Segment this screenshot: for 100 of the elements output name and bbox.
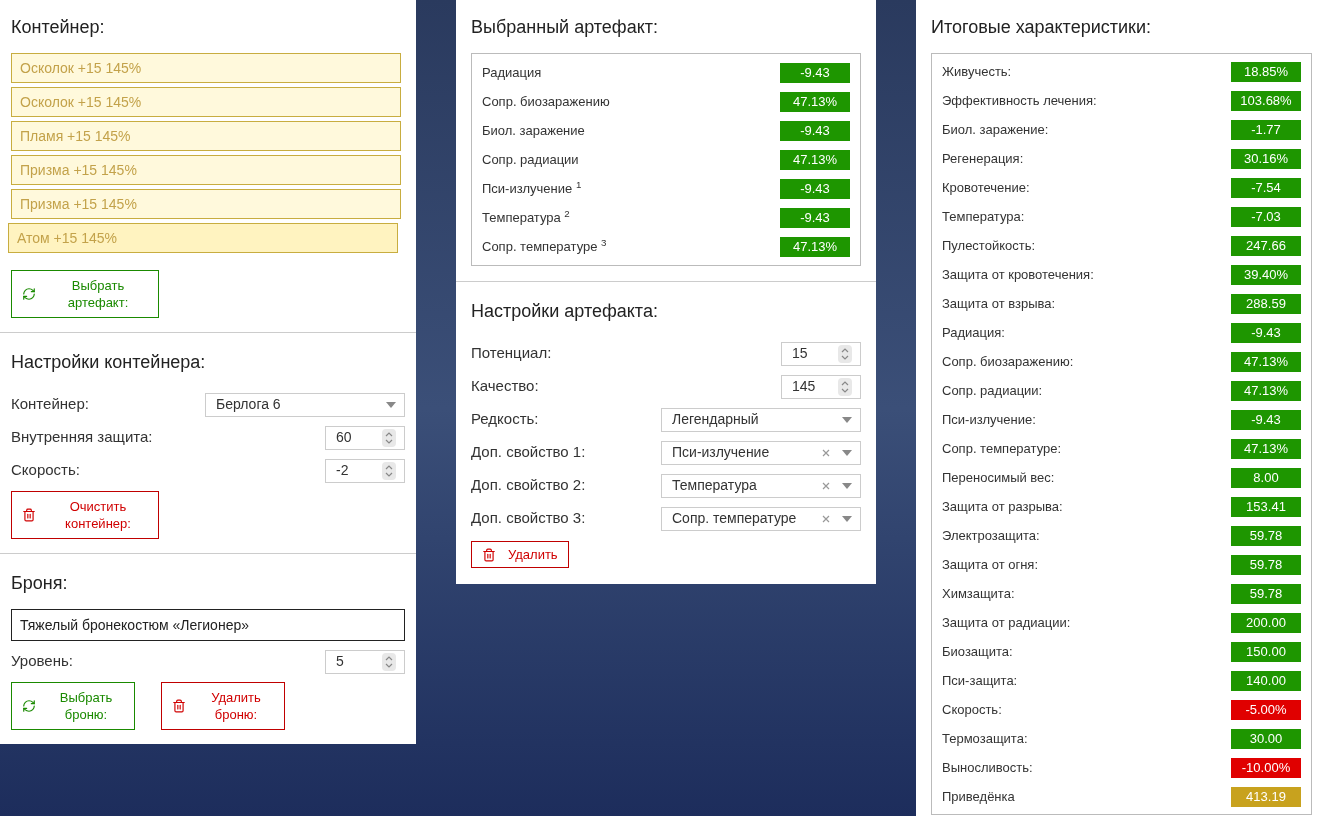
stat-value: 200.00: [1231, 612, 1301, 633]
trash-icon: [482, 547, 496, 562]
stepper-arrows-icon[interactable]: [382, 461, 396, 480]
stat-name: Приведёнка: [942, 787, 1015, 806]
section-title: Контейнер:: [11, 16, 106, 39]
stat-name: Сопр. температуре:: [942, 439, 1062, 458]
stat-name: Защита от кровотечения:: [942, 265, 1094, 284]
field-label: Качество:: [471, 376, 539, 397]
caret-icon: [842, 416, 852, 423]
field-label: Доп. свойство 3:: [471, 508, 586, 529]
delete-button[interactable]: Очистить контейнер:: [11, 491, 159, 539]
stepper-arrows-icon[interactable]: [382, 428, 396, 447]
stat-name: Сопр. радиации: [482, 150, 579, 169]
stat-value: 413.19: [1231, 786, 1301, 807]
stat-value: 59.78: [1231, 525, 1301, 546]
stat-name: Радиация:: [942, 323, 1005, 342]
stat-name: Сопр. биозаражению:: [942, 352, 1074, 371]
number-input[interactable]: 15: [781, 341, 861, 366]
stat-name: Переносимый вес:: [942, 468, 1055, 487]
trash-icon: [172, 699, 186, 713]
stat-value: 47.13%: [780, 91, 850, 112]
stat-value: 103.68%: [1231, 90, 1301, 111]
stat-name: Живучесть:: [942, 62, 1012, 81]
select-dropdown[interactable]: Пси-излучение: [661, 440, 861, 465]
clear-icon[interactable]: [822, 514, 830, 523]
stat-name: Сопр. радиации:: [942, 381, 1043, 400]
armor-name-field[interactable]: Тяжелый бронекостюм «Легионер»: [11, 609, 405, 641]
stat-name: Биол. заражение:: [942, 120, 1049, 139]
field-label: Доп. свойство 2:: [471, 475, 586, 496]
stat-name: Биозащита:: [942, 642, 1013, 661]
stat-name: Защита от взрыва:: [942, 294, 1056, 313]
stepper-arrows-icon[interactable]: [838, 377, 852, 396]
select-dropdown[interactable]: Берлога 6: [205, 392, 405, 417]
stat-value: 47.13%: [1231, 438, 1301, 459]
select-dropdown[interactable]: Температура: [661, 473, 861, 498]
stat-name: Защита от радиации:: [942, 613, 1071, 632]
field-label: Контейнер:: [11, 394, 89, 415]
caret-icon: [842, 449, 852, 456]
delete-button[interactable]: Удалить броню:: [161, 682, 285, 730]
select-dropdown[interactable]: Сопр. температуре: [661, 506, 861, 531]
stat-name: Скорость:: [942, 700, 1002, 719]
number-input[interactable]: 5: [325, 649, 405, 674]
select-dropdown[interactable]: Легендарный: [661, 407, 861, 432]
select-button[interactable]: Выбрать броню:: [11, 682, 135, 730]
number-input[interactable]: -2: [325, 458, 405, 483]
stat-value: 247.66: [1231, 235, 1301, 256]
field-label: Редкость:: [471, 409, 539, 430]
section-title: Настройки артефакта:: [471, 300, 659, 323]
clear-icon[interactable]: [822, 481, 830, 490]
number-input[interactable]: 145: [781, 374, 861, 399]
refresh-icon: [22, 287, 36, 301]
stat-name: Выносливость:: [942, 758, 1033, 777]
trash-icon: [22, 508, 36, 522]
stepper-arrows-icon[interactable]: [382, 652, 396, 671]
stat-name: Биол. заражение: [482, 121, 585, 140]
number-input[interactable]: 60: [325, 425, 405, 450]
stat-value: 18.85%: [1231, 61, 1301, 82]
clear-icon[interactable]: [822, 448, 830, 457]
stat-value: 47.13%: [780, 236, 850, 257]
stat-name: Защита от разрыва:: [942, 497, 1063, 516]
stat-value: -9.43: [780, 178, 850, 199]
stat-name: Пси-защита:: [942, 671, 1018, 690]
stat-value: 150.00: [1231, 641, 1301, 662]
field-label: Внутренняя защита:: [11, 427, 153, 448]
stat-value: 59.78: [1231, 583, 1301, 604]
section-title: Выбранный артефакт:: [471, 16, 659, 39]
refresh-icon: [22, 699, 36, 713]
field-label: Уровень:: [11, 651, 73, 672]
stepper-arrows-icon[interactable]: [838, 344, 852, 363]
stat-name: Кровотечение:: [942, 178, 1030, 197]
section-title: Настройки контейнера:: [11, 351, 207, 374]
field-label: Потенциал:: [471, 343, 552, 364]
stat-value: -9.43: [1231, 409, 1301, 430]
stat-value: 47.13%: [1231, 380, 1301, 401]
stat-value: -9.43: [1231, 322, 1301, 343]
stat-name: Защита от огня:: [942, 555, 1038, 574]
stat-name: Температура:: [942, 207, 1025, 226]
stat-value: -7.03: [1231, 206, 1301, 227]
stat-value: -1.77: [1231, 119, 1301, 140]
select-button[interactable]: Выбрать артефакт:: [11, 270, 159, 318]
stat-value: 30.16%: [1231, 148, 1301, 169]
stat-name: Пулестойкость:: [942, 236, 1036, 255]
section-title: Броня:: [11, 572, 69, 595]
stat-value: -10.00%: [1231, 757, 1301, 778]
stat-name: Пси-излучение $^{1}$: [482, 178, 582, 198]
field-label: Скорость:: [11, 460, 80, 481]
stat-value: 8.00: [1231, 467, 1301, 488]
stat-value: -5.00%: [1231, 699, 1301, 720]
stat-name: Сопр. температуре $^{3}$: [482, 236, 607, 256]
field-label: Доп. свойство 1:: [471, 442, 586, 463]
stat-name: Термозащита:: [942, 729, 1028, 748]
stat-value: 140.00: [1231, 670, 1301, 691]
stat-name: Электрозащита:: [942, 526, 1040, 545]
stat-name: Пси-излучение:: [942, 410, 1036, 429]
delete-button[interactable]: Удалить: [471, 541, 569, 568]
caret-icon: [842, 515, 852, 522]
stat-name: Сопр. биозаражению: [482, 92, 610, 111]
stat-value: 288.59: [1231, 293, 1301, 314]
caret-icon: [842, 482, 852, 489]
stat-value: -7.54: [1231, 177, 1301, 198]
